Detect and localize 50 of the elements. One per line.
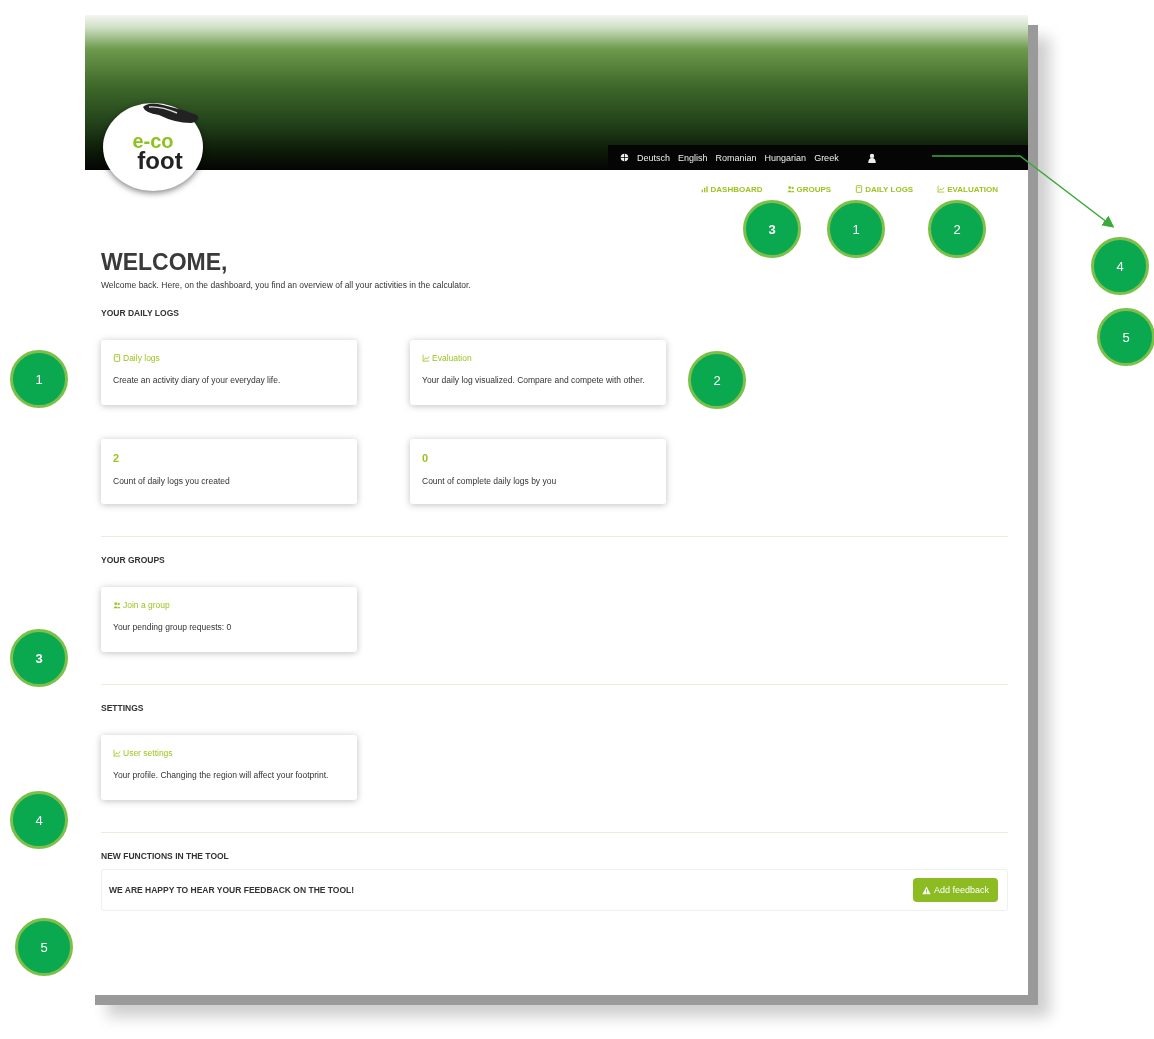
warning-icon [921, 885, 931, 895]
people-icon [786, 185, 795, 193]
nav-link[interactable]: EVALUATION [937, 182, 998, 196]
card-link[interactable]: Join a group [113, 600, 170, 610]
logo-text: foot [137, 150, 183, 172]
book-icon [113, 354, 121, 362]
card-link[interactable]: Evaluation [422, 353, 472, 363]
chart-icon [422, 354, 430, 362]
card-description: Create an activity diary of your everyday life. [113, 374, 282, 387]
language-link[interactable]: Hungarian [764, 152, 807, 163]
chart-icon [937, 185, 946, 193]
user-icon [866, 152, 877, 163]
nav-link[interactable]: DASHBOARD [700, 182, 763, 196]
card-description: Your pending group requests: 0 [113, 621, 233, 634]
callout-number: 1 [10, 350, 68, 408]
language-link[interactable]: Romanian [715, 152, 757, 163]
callout-number: 5 [1097, 308, 1154, 366]
nav-link[interactable]: DAILY LOGS [855, 182, 914, 196]
card-description: Your profile. Changing the region will affect your footprint. [113, 769, 330, 782]
people-icon [113, 601, 121, 609]
card-link[interactable]: User settings [113, 748, 173, 758]
count-value: 2 [113, 452, 121, 464]
count-value: 0 [422, 452, 430, 464]
callout-number: 3 [10, 629, 68, 687]
card-description: Count of daily logs you created [113, 475, 231, 488]
dashboard-icon [700, 185, 709, 193]
language-link[interactable]: English [678, 152, 708, 163]
feedback-text: WE ARE HAPPY TO HEAR YOUR FEEDBACK ON THE TOOL! [109, 885, 355, 895]
intro-text: Welcome back. Here, on the dashboard, you find an overview of all your activities in the calculator. [101, 280, 472, 290]
language-link[interactable]: Greek [814, 152, 839, 163]
user-menu-button[interactable] [866, 152, 877, 163]
card-description: Your daily log visualized. Compare and compete with other. [422, 374, 646, 387]
section-heading: SETTINGS [101, 703, 145, 713]
callout-number: 5 [15, 918, 73, 976]
card-link[interactable]: Daily logs [113, 353, 160, 363]
book-icon [855, 185, 864, 193]
add-feedback-button[interactable]: Add feedback [912, 878, 998, 902]
section-heading: YOUR DAILY LOGS [101, 308, 180, 318]
nav-link[interactable]: GROUPS [786, 182, 832, 196]
section-heading: YOUR GROUPS [101, 555, 166, 565]
callout-number: 4 [1091, 237, 1149, 295]
logo-text: e-co [132, 132, 174, 150]
callout-number: 4 [10, 791, 68, 849]
chart-icon [113, 749, 121, 757]
section-heading: NEW FUNCTIONS IN THE TOOL [101, 851, 230, 861]
globe-icon [620, 153, 629, 162]
welcome-heading: WELCOME, [101, 248, 229, 276]
card-description: Count of complete daily logs by you [422, 475, 558, 488]
shoe-print-icon [141, 101, 201, 125]
language-link[interactable]: Deutsch [637, 152, 671, 163]
